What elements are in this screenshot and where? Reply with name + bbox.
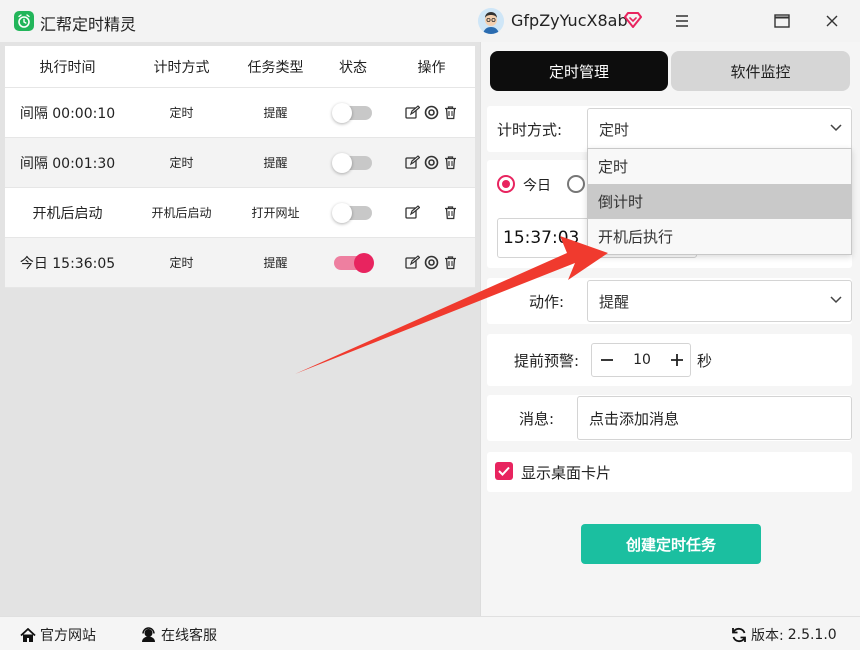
headset-icon: [142, 627, 155, 642]
today-radio[interactable]: [497, 175, 515, 193]
timing-mode-dropdown: 定时 倒计时 开机后执行: [587, 148, 852, 255]
warning-unit: 秒: [697, 352, 713, 370]
refresh-icon: [732, 627, 746, 643]
status-bar: 官方网站 在线客服 版本: 2.5.1.0: [0, 616, 860, 650]
row-task-type: 提醒: [263, 106, 288, 120]
timing-mode-row: 计时方式: 定时: [487, 106, 852, 152]
trash-icon[interactable]: [443, 255, 459, 271]
warning-stepper: 10: [591, 343, 691, 377]
target-icon[interactable]: [424, 155, 440, 171]
row-exec-time: 间隔 00:01:30: [19, 155, 116, 172]
trash-icon[interactable]: [443, 105, 459, 121]
trash-icon[interactable]: [443, 205, 459, 221]
username: GfpZyYucX8ab: [511, 11, 628, 30]
edit-icon[interactable]: [405, 205, 421, 221]
task-form-panel: 定时管理 软件监控 计时方式: 定时 今日 15:37:03 动作: 提醒 提前…: [480, 42, 860, 616]
decrement-button[interactable]: [592, 344, 622, 376]
status-toggle[interactable]: [332, 102, 372, 123]
table-row[interactable]: 间隔 00:00:10 定时 提醒: [5, 88, 475, 138]
version-label: 版本:: [751, 628, 784, 644]
row-timing-mode: 定时: [169, 256, 194, 270]
warning-label: 提前预警:: [514, 352, 580, 370]
dropdown-option-timer[interactable]: 定时: [588, 149, 851, 184]
table-row[interactable]: 今日 15:36:05 定时 提醒: [5, 238, 475, 288]
avatar[interactable]: [478, 8, 504, 34]
app-title: 汇帮定时精灵: [40, 15, 137, 34]
official-website-link[interactable]: 官方网站: [20, 625, 96, 645]
row-task-type: 打开网址: [251, 206, 300, 220]
action-select[interactable]: 提醒: [587, 280, 852, 322]
table-row[interactable]: 间隔 00:01:30 定时 提醒: [5, 138, 475, 188]
task-list-panel: 执行时间 计时方式 任务类型 状态 操作 间隔 00:00:10 定时 提醒 间…: [0, 42, 480, 616]
title-bar: 汇帮定时精灵 GfpZyYucX8ab: [0, 0, 860, 42]
table-header: 执行时间 计时方式 任务类型 状态 操作: [5, 46, 475, 88]
show-card-label: 显示桌面卡片: [521, 464, 612, 482]
header-status: 状态: [339, 59, 367, 76]
vip-diamond-icon[interactable]: [624, 12, 642, 32]
row-exec-time: 开机后启动: [32, 205, 103, 222]
row-timing-mode: 定时: [169, 106, 194, 120]
header-exec-time: 执行时间: [39, 59, 96, 76]
status-toggle[interactable]: [332, 202, 372, 223]
home-icon: [20, 627, 36, 642]
chevron-down-icon: [830, 296, 842, 304]
header-task-type: 任务类型: [247, 59, 304, 76]
target-icon[interactable]: [424, 255, 440, 271]
increment-button[interactable]: [662, 344, 692, 376]
action-value: 提醒: [599, 292, 630, 311]
dropdown-option-after-boot[interactable]: 开机后执行: [588, 219, 851, 254]
edit-icon[interactable]: [405, 155, 421, 171]
message-input[interactable]: 点击添加消息: [577, 396, 852, 440]
app-logo-icon: [14, 11, 34, 31]
row-timing-mode: 开机后启动: [151, 206, 212, 220]
row-timing-mode: 定时: [169, 156, 194, 170]
other-date-radio[interactable]: [567, 175, 585, 193]
action-label: 动作:: [529, 293, 565, 311]
header-timing-mode: 计时方式: [153, 59, 210, 76]
show-card-checkbox[interactable]: [495, 462, 513, 480]
timing-mode-value: 定时: [599, 120, 630, 139]
tab-software-monitor[interactable]: 软件监控: [671, 51, 850, 91]
timing-mode-label: 计时方式:: [497, 121, 563, 139]
dropdown-option-countdown[interactable]: 倒计时: [588, 184, 851, 219]
tab-schedule-management[interactable]: 定时管理: [490, 51, 668, 91]
menu-icon[interactable]: [670, 10, 694, 32]
message-row: 消息: 点击添加消息: [487, 395, 852, 441]
status-toggle[interactable]: [332, 152, 372, 173]
target-icon[interactable]: [424, 105, 440, 121]
edit-icon[interactable]: [405, 105, 421, 121]
header-actions: 操作: [417, 59, 446, 76]
version-number: 2.5.1.0: [787, 627, 837, 643]
message-label: 消息:: [519, 410, 555, 428]
table-row[interactable]: 开机后启动 开机后启动 打开网址: [5, 188, 475, 238]
row-exec-time: 间隔 00:00:10: [19, 105, 116, 122]
warning-value[interactable]: 10: [622, 344, 662, 376]
timing-mode-select[interactable]: 定时: [587, 108, 852, 150]
action-row: 动作: 提醒: [487, 278, 852, 324]
online-support-link[interactable]: 在线客服: [140, 625, 217, 645]
edit-icon[interactable]: [405, 255, 421, 271]
row-task-type: 提醒: [263, 156, 288, 170]
row-exec-time: 今日 15:36:05: [19, 255, 116, 272]
row-task-type: 提醒: [263, 256, 288, 270]
trash-icon[interactable]: [443, 155, 459, 171]
create-task-button[interactable]: 创建定时任务: [581, 524, 761, 564]
task-table: 执行时间 计时方式 任务类型 状态 操作 间隔 00:00:10 定时 提醒 间…: [5, 46, 475, 288]
version-info[interactable]: 版本: 2.5.1.0: [731, 625, 837, 645]
chevron-down-icon: [830, 124, 842, 132]
warning-row: 提前预警: 10 秒: [487, 334, 852, 386]
status-toggle[interactable]: [334, 252, 374, 273]
close-icon[interactable]: [820, 10, 844, 32]
maximize-icon[interactable]: [770, 10, 794, 32]
today-radio-label: 今日: [523, 178, 551, 194]
show-card-row: 显示桌面卡片: [487, 452, 852, 492]
